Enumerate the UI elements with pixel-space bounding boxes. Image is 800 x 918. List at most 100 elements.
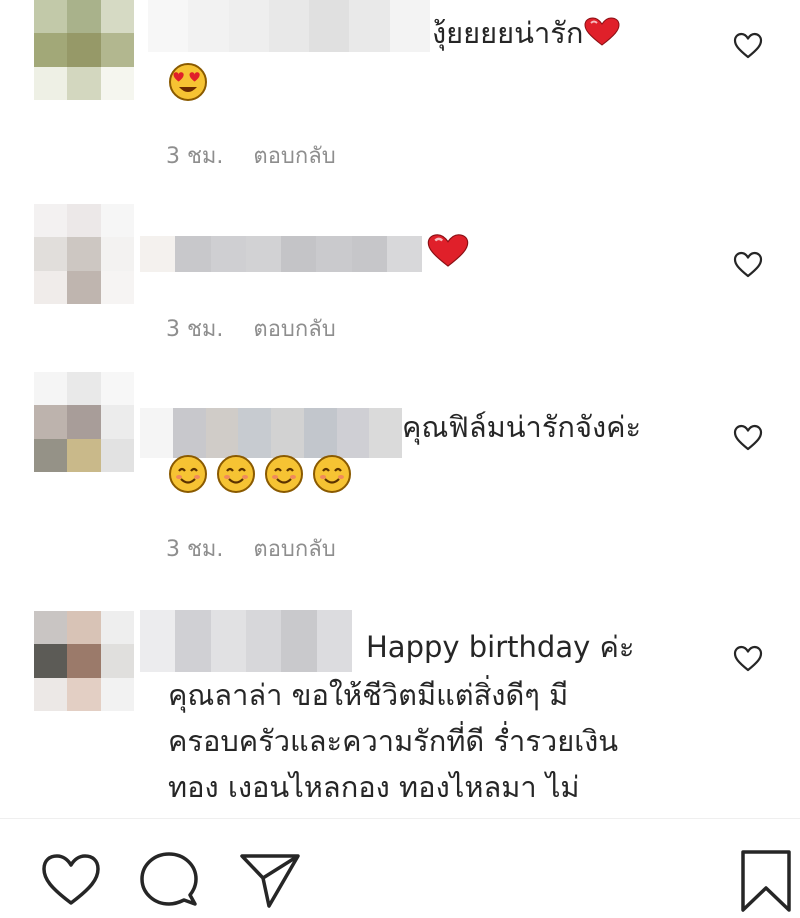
avatar-pixel — [100, 66, 134, 100]
comment-time[interactable]: 3 ชม. — [166, 317, 223, 342]
share-paper-plane-icon — [240, 854, 300, 908]
reply-button[interactable]: ตอบกลับ — [253, 317, 335, 342]
like-comment-button[interactable] — [733, 424, 763, 452]
bookmark-icon — [741, 850, 791, 912]
username-pixel — [228, 0, 269, 52]
avatar-pixel — [34, 644, 68, 678]
avatar[interactable] — [34, 0, 134, 100]
avatar-pixel — [100, 644, 134, 678]
username-pixel — [175, 236, 211, 272]
avatar-pixel — [34, 438, 68, 472]
username-pixel — [245, 610, 282, 672]
avatar-pixel — [67, 644, 101, 678]
username-pixel — [271, 408, 304, 458]
username-blurred[interactable] — [148, 0, 430, 52]
comment-bubble-icon — [140, 852, 198, 906]
like-comment-button[interactable] — [733, 645, 763, 673]
username-pixel — [316, 610, 352, 672]
avatar-pixel — [100, 438, 134, 472]
avatar-pixel — [34, 372, 68, 406]
save-button[interactable] — [738, 848, 794, 918]
avatar-pixel — [67, 677, 101, 711]
avatar-pixel — [100, 270, 134, 304]
username-pixel — [389, 0, 430, 52]
avatar-pixel — [67, 66, 101, 100]
avatar-pixel — [100, 33, 134, 67]
comment-time[interactable]: 3 ชม. — [166, 537, 223, 562]
avatar-pixel — [67, 237, 101, 271]
username-pixel — [140, 610, 176, 672]
avatar-pixel — [34, 237, 68, 271]
avatar-pixel — [34, 611, 68, 645]
username-pixel — [336, 408, 370, 458]
username-pixel — [205, 408, 239, 458]
username-pixel — [281, 610, 317, 672]
heart-outline-icon — [733, 645, 763, 672]
smile-emoji-icon — [216, 454, 256, 498]
avatar-pixel — [34, 204, 68, 238]
avatar-pixel — [67, 611, 101, 645]
comment-body: Happy birthday ค่ะ — [366, 630, 635, 664]
avatar-pixel — [34, 405, 68, 439]
username-pixel — [148, 0, 189, 52]
avatar-pixel — [67, 438, 101, 472]
like-post-button[interactable] — [40, 852, 102, 912]
comment-button[interactable] — [138, 850, 200, 914]
reply-button[interactable]: ตอบกลับ — [253, 537, 335, 562]
comment-meta: 3 ชม. ตอบกลับ — [166, 138, 336, 173]
divider — [0, 818, 800, 819]
like-comment-button[interactable] — [733, 32, 763, 60]
emoji-row — [168, 62, 208, 106]
comment-time[interactable]: 3 ชม. — [166, 144, 223, 169]
comment-body: คุณฟิล์มน่ารักจังค่ะ — [402, 410, 642, 444]
post-action-bar — [0, 840, 800, 918]
username-pixel — [316, 236, 352, 272]
avatar-pixel — [67, 270, 101, 304]
comment-text: คุณฟิล์มน่ารักจังค่ะ — [402, 404, 692, 451]
heart-eyes-emoji-icon — [168, 62, 208, 106]
comment-text — [426, 230, 486, 277]
heart-outline-icon — [733, 32, 763, 59]
smile-emoji-icon — [312, 454, 352, 498]
avatar-pixel — [100, 677, 134, 711]
username-blurred[interactable] — [140, 408, 402, 458]
username-blurred[interactable] — [140, 610, 352, 672]
avatar-pixel — [67, 372, 101, 406]
reply-button[interactable]: ตอบกลับ — [253, 144, 335, 169]
username-pixel — [268, 0, 310, 52]
smile-emoji-icon — [264, 454, 304, 498]
username-pixel — [210, 236, 246, 272]
comment-body: งุ้ยยยยน่ารัก — [432, 16, 584, 50]
avatar[interactable] — [34, 611, 134, 711]
username-pixel — [172, 408, 206, 458]
avatar-pixel — [67, 0, 101, 34]
username-pixel — [140, 236, 176, 272]
comment-text: งุ้ยยยยน่ารัก — [432, 10, 652, 57]
avatar-pixel — [34, 0, 68, 34]
avatar-pixel — [67, 204, 101, 238]
avatar-pixel — [34, 270, 68, 304]
heart-outline-icon — [733, 424, 763, 451]
avatar[interactable] — [34, 204, 134, 304]
red-heart-emoji-icon — [426, 234, 470, 270]
like-comment-button[interactable] — [733, 251, 763, 279]
avatar-pixel — [100, 372, 134, 406]
username-pixel — [210, 610, 246, 672]
comment-meta: 3 ชม. ตอบกลับ — [166, 311, 336, 346]
avatar-pixel — [100, 611, 134, 645]
username-pixel — [238, 408, 271, 458]
comment-text-line: คุณลาล่า ขอให้ชีวิตมีแต่สิ่งดีๆ มี — [168, 678, 569, 712]
emoji-row — [168, 454, 352, 498]
avatar-pixel — [34, 677, 68, 711]
avatar[interactable] — [34, 372, 134, 472]
share-button[interactable] — [238, 852, 302, 914]
username-pixel — [245, 236, 281, 272]
avatar-pixel — [100, 0, 134, 34]
username-pixel — [175, 610, 211, 672]
username-pixel — [386, 236, 422, 272]
comment-text-line: ทอง เงอนไหลกอง ทองไหลมา ไม่ — [168, 770, 580, 804]
red-heart-emoji-icon — [583, 16, 621, 50]
username-blurred[interactable] — [140, 236, 422, 272]
comment-text-line: ครอบครัวและความรักที่ดี ร่ำรวยเงิน — [168, 724, 619, 758]
username-pixel — [309, 0, 350, 52]
